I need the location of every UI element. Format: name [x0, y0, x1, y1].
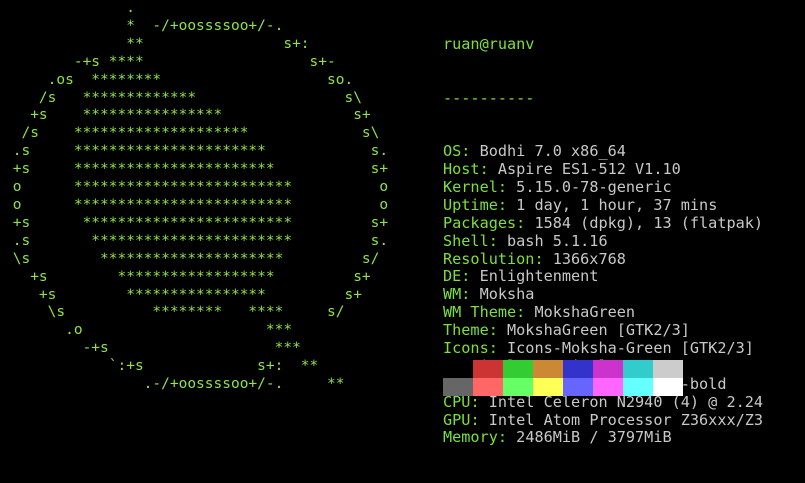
info-colon: : [461, 142, 480, 161]
info-value: MokshaGreen [534, 303, 636, 322]
info-colon: : [488, 321, 508, 340]
info-row: DE: Enlightenment [443, 268, 763, 286]
info-row: Host: Aspire ES1-512 V1.10 [443, 160, 763, 179]
info-row: Packages: 1584 (dpkg), 13 (flatpak) [443, 213, 764, 233]
info-key: Uptime [443, 195, 498, 214]
info-key: DE [443, 267, 462, 286]
info-value: Bodhi 7.0 x86_64 [479, 142, 626, 161]
info-key: Packages [443, 213, 517, 232]
info-colon: : [516, 213, 535, 232]
info-colon: : [497, 178, 517, 196]
color-swatch-normal-4 [563, 360, 593, 378]
info-colon: : [488, 339, 508, 358]
info-row: Kernel: 5.15.0-78-generic [443, 178, 763, 197]
info-row: Icons: Icons-Moksha-Green [GTK2/3] [443, 339, 763, 358]
info-key: Kernel [443, 178, 498, 196]
info-row: Uptime: 1 day, 1 hour, 37 mins [443, 195, 763, 215]
info-key: Memory [443, 428, 498, 447]
color-swatch-bright-4 [563, 378, 593, 396]
info-colon: : [461, 267, 480, 286]
separator-row: ---------- [443, 88, 763, 108]
info-value: Icons-Moksha-Green [GTK2/3] [507, 339, 754, 358]
info-colon: : [488, 231, 508, 250]
info-value: 5.15.0-78-generic [516, 178, 672, 196]
info-value: bash 5.1.16 [507, 231, 608, 250]
info-value: 1 day, 1 hour, 37 mins [516, 195, 718, 214]
info-colon: : [516, 303, 535, 322]
color-palette [443, 360, 683, 396]
info-value: 1584 (dpkg), 13 (flatpak) [534, 213, 764, 232]
terminal-window[interactable]: . * -/+oossssoo+/-. ** s+: -+s **** s+- … [0, 0, 805, 446]
palette-bright-row [443, 378, 683, 396]
info-colon: : [470, 410, 489, 429]
info-row: Shell: bash 5.1.16 [443, 231, 763, 251]
info-value: Enlightenment [479, 267, 599, 286]
info-row: GPU: Intel Atom Processor Z36xxx/Z3 [443, 410, 764, 430]
color-swatch-bright-3 [533, 378, 563, 396]
color-swatch-bright-7 [653, 378, 683, 396]
info-key: Icons [443, 339, 489, 358]
info-key: Theme [443, 321, 489, 340]
info-value: 2486MiB / 3797MiB [516, 428, 672, 447]
color-swatch-bright-1 [473, 378, 503, 396]
info-row: Theme: MokshaGreen [GTK2/3] [443, 321, 763, 340]
info-rows: OS: Bodhi 7.0 x86_64 Host: Aspire ES1-512… [443, 142, 764, 447]
info-key: OS [443, 142, 462, 161]
info-row: WM: Moksha [443, 285, 763, 304]
color-swatch-normal-6 [623, 360, 653, 378]
info-key: WM [443, 285, 462, 304]
info-key: Shell [443, 231, 489, 250]
info-colon: : [461, 285, 480, 304]
color-swatch-bright-2 [503, 378, 533, 396]
info-colon: : [497, 428, 517, 447]
color-swatch-normal-0 [443, 360, 473, 378]
palette-normal-row [443, 360, 683, 378]
color-swatch-bright-0 [443, 378, 473, 396]
separator-line: ---------- [443, 88, 535, 107]
color-swatch-normal-1 [473, 360, 503, 378]
user-host-row: ruan@ruanv [443, 34, 763, 54]
info-row: WM Theme: MokshaGreen [443, 303, 763, 322]
user-host: ruan@ruanv [443, 34, 535, 53]
info-value: Aspire ES1-512 V1.10 [497, 160, 681, 179]
distro-ascii-logo: . * -/+oossssoo+/-. ** s+: -+s **** s+- … [12, 0, 389, 393]
info-row: OS: Bodhi 7.0 x86_64 [443, 142, 763, 161]
info-key: WM Theme [443, 303, 517, 322]
color-swatch-normal-5 [593, 360, 623, 378]
info-row: Resolution: 1366x768 [443, 249, 763, 269]
info-colon: : [534, 249, 553, 268]
color-swatch-normal-7 [653, 360, 683, 378]
info-value: 1366x768 [552, 249, 626, 268]
info-key: GPU [443, 410, 471, 429]
color-swatch-normal-3 [533, 360, 563, 378]
info-value: Intel Atom Processor Z36xxx/Z3 [488, 410, 764, 429]
info-value: MokshaGreen [GTK2/3] [507, 321, 690, 340]
system-info-panel: ruan@ruanv ---------- OS: Bodhi 7.0 x86_… [443, 0, 763, 483]
info-colon: : [479, 160, 498, 179]
info-key: Host [443, 160, 480, 179]
color-swatch-normal-2 [503, 360, 533, 378]
color-swatch-bright-6 [623, 378, 653, 396]
info-row: Memory: 2486MiB / 3797MiB [443, 429, 763, 447]
info-value: Moksha [479, 285, 535, 304]
color-swatch-bright-5 [593, 378, 623, 396]
info-key: Resolution [443, 249, 535, 268]
info-colon: : [497, 195, 517, 214]
info-row: CPU: Intel Celeron N2940 (4) @ 2.24 [443, 393, 763, 412]
